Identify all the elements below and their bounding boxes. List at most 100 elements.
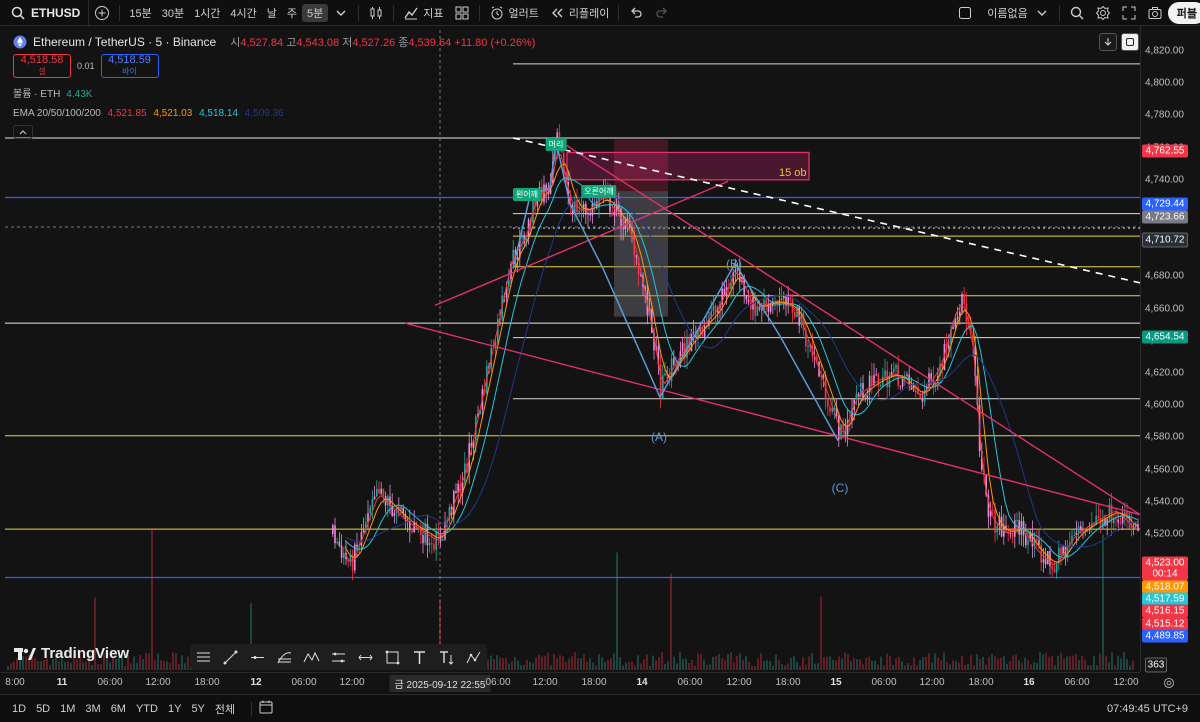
candle-body — [1097, 515, 1100, 519]
interval-4h[interactable]: 4시간 — [225, 0, 261, 25]
volume-bar — [1087, 665, 1089, 670]
interval-1h[interactable]: 1시간 — [189, 0, 225, 25]
toolbar-divider — [1058, 4, 1060, 21]
range-5y[interactable]: 5Y — [191, 703, 204, 715]
interval-5m-active[interactable]: 5분 — [302, 3, 329, 22]
legend-title[interactable]: Ethereum / TetherUS · 5 · Binance — [33, 35, 216, 49]
candle-body — [829, 407, 831, 412]
buy-button[interactable]: 4,518.59 바이 — [100, 54, 159, 78]
undo-button[interactable] — [623, 0, 649, 25]
horizontal-lines-icon[interactable] — [194, 648, 213, 667]
volume-bar — [823, 657, 825, 670]
range-ytd[interactable]: YTD — [136, 703, 158, 715]
elliott-wave-icon[interactable] — [329, 648, 348, 667]
time-tick: 18:00 — [581, 677, 607, 688]
candle-body — [864, 398, 866, 400]
price-label: 4,762.55 — [1142, 144, 1188, 158]
price-tick: 4,520.00 — [1145, 528, 1184, 540]
volume-bar — [685, 658, 687, 670]
toolbar-divider — [618, 4, 620, 21]
legend-collapse-button[interactable] — [13, 125, 33, 139]
quick-search-button[interactable] — [1064, 0, 1090, 25]
ema-legend[interactable]: EMA 20/50/100/200 4,521.85 4,521.03 4,51… — [13, 108, 535, 119]
volume-bar — [781, 664, 783, 670]
tradingview-logo[interactable]: TradingView — [14, 645, 129, 662]
range-1y[interactable]: 1Y — [168, 703, 181, 715]
interval-week[interactable]: 주 — [282, 0, 302, 25]
auto-scale-button[interactable] — [1121, 33, 1139, 51]
volume-bar — [682, 659, 684, 670]
layout-name: 이름없음 — [987, 7, 1028, 20]
trend-line-icon[interactable] — [221, 648, 240, 667]
scroll-to-latest-button[interactable] — [1099, 33, 1117, 51]
chart-type-button[interactable] — [363, 0, 389, 25]
interval-day[interactable]: 날 — [262, 0, 282, 25]
candle-body — [1115, 518, 1117, 520]
volume-bar — [907, 663, 909, 670]
candle-body — [1053, 569, 1056, 573]
redo-button[interactable] — [649, 0, 675, 25]
symbol-search[interactable]: ETHUSD — [0, 0, 90, 25]
head-tag[interactable]: 머리 — [545, 138, 567, 151]
layout-select[interactable]: 이름없음 — [952, 0, 1054, 25]
volume-bar — [847, 654, 849, 670]
sell-button[interactable]: 4,518.58 셀 — [13, 54, 71, 78]
buy-price: 4,518.59 — [108, 54, 151, 66]
volume-bar — [58, 661, 60, 670]
range-6m[interactable]: 6M — [111, 703, 126, 715]
price-tick: 4,780.00 — [1145, 109, 1184, 121]
rectangle-icon[interactable] — [383, 648, 402, 667]
volume-bar — [763, 660, 765, 670]
volume-bar — [733, 662, 735, 670]
horizontal-ray-icon[interactable] — [248, 648, 267, 667]
left-shoulder-tag[interactable]: 왼어깨 — [512, 188, 542, 201]
xabcd-pattern-icon[interactable] — [302, 648, 321, 667]
price-axis[interactable]: 4,820.004,800.004,780.004,760.004,740.00… — [1140, 26, 1200, 673]
snapshot-button[interactable] — [1142, 0, 1168, 25]
text-tool-icon[interactable] — [410, 648, 429, 667]
range-5d[interactable]: 5D — [36, 703, 50, 715]
candle-body — [956, 316, 959, 319]
volume-bar — [1108, 662, 1110, 670]
compare-button[interactable] — [89, 0, 115, 25]
candle-body — [794, 312, 796, 318]
range-3m[interactable]: 3M — [85, 703, 100, 715]
indicators-button[interactable]: 지표 — [398, 0, 448, 25]
fullscreen-button[interactable] — [1116, 0, 1142, 25]
axis-settings-button[interactable] — [1160, 674, 1178, 692]
interval-30m[interactable]: 30분 — [157, 0, 189, 25]
price-tick: 4,600.00 — [1145, 399, 1184, 411]
date-range-icon[interactable] — [356, 648, 375, 667]
candle-body — [884, 370, 886, 377]
price-label-icon[interactable] — [437, 648, 456, 667]
candle-body — [899, 385, 902, 387]
volume-bar — [490, 655, 492, 670]
range-1m[interactable]: 1M — [60, 703, 75, 715]
settings-button[interactable] — [1090, 0, 1116, 25]
publish-button[interactable]: 퍼블 — [1167, 1, 1200, 24]
candle-body — [747, 299, 750, 303]
range-all[interactable]: 전체 — [215, 701, 235, 717]
clock[interactable]: 07:49:45 UTC+9 — [1107, 703, 1188, 715]
interval-15m[interactable]: 15분 — [124, 0, 156, 25]
volume-bar — [610, 658, 612, 670]
path-tool-icon[interactable] — [464, 648, 483, 667]
candle-body — [879, 385, 882, 387]
time-axis[interactable]: 8:00 11 06:00 12:00 18:00 12 06:00 12:00 금 2025-… — [0, 672, 1140, 694]
volume-bar — [40, 661, 42, 670]
fullscreen-icon — [1122, 6, 1136, 19]
volume-bar — [1033, 662, 1035, 670]
fib-icon[interactable] — [275, 648, 294, 667]
volume-bar — [859, 659, 861, 670]
volume-bar — [706, 664, 708, 670]
interval-dropdown[interactable] — [328, 0, 354, 25]
candle-body — [750, 302, 752, 310]
volume-legend[interactable]: 볼륨 · ETH 4.43K — [13, 85, 535, 100]
layouts-button[interactable] — [449, 0, 475, 25]
right-shoulder-tag[interactable]: 오른어깨 — [581, 185, 617, 198]
replay-button[interactable]: 리플레이 — [544, 0, 614, 25]
range-1d[interactable]: 1D — [12, 703, 26, 715]
alert-button[interactable]: 얼러트 — [484, 0, 544, 25]
candle-body — [1000, 516, 1003, 537]
go-to-date-button[interactable] — [258, 699, 274, 718]
